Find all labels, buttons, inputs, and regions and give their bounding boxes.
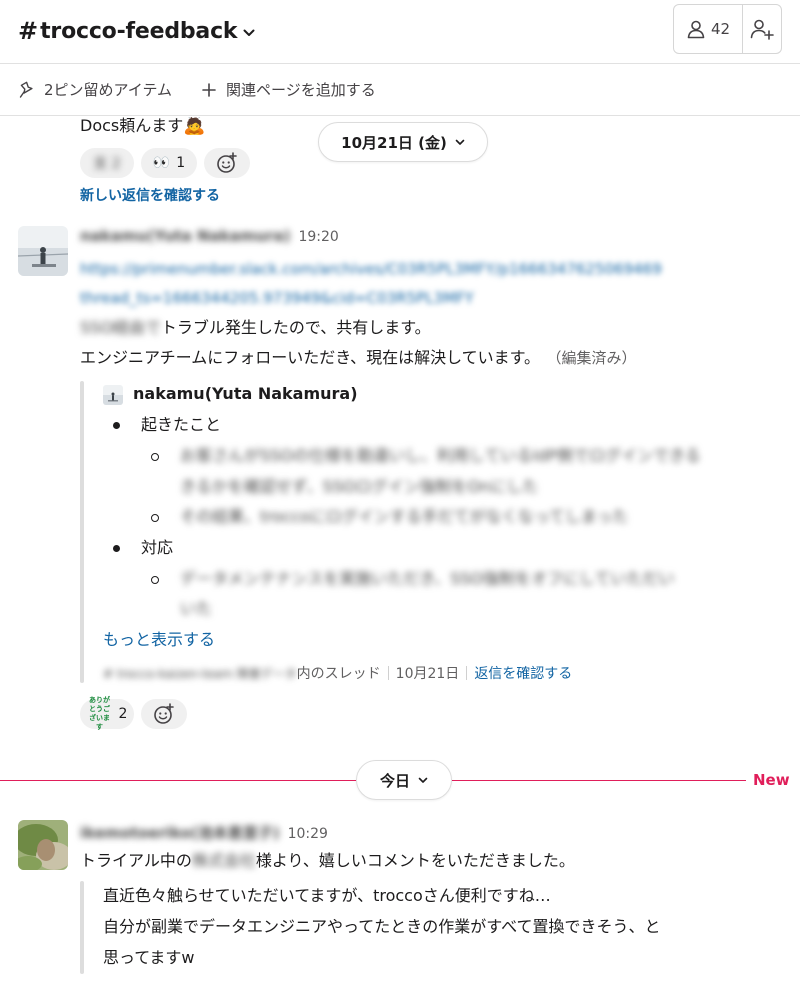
list-item: その結果、troccoにログインする手だてがなくなってしまった	[180, 507, 629, 526]
message-link[interactable]: https://primenumber.slack.com/archives/C…	[80, 254, 662, 284]
person-icon	[687, 20, 705, 39]
plus-icon	[202, 82, 216, 97]
pinned-items-label: 2ピン留めアイテム	[44, 81, 173, 99]
new-label: New	[753, 771, 790, 789]
quote-line: 直近色々触らせていただいてますが、troccoさん便利ですね…	[103, 886, 551, 905]
message-text-blurred: SSO経由で	[80, 318, 161, 337]
message-link-cont[interactable]: thread_ts=1666344205.973949&cid=C03R5PL3…	[80, 283, 474, 313]
add-person-icon	[750, 19, 774, 40]
channel-name: trocco-feedback	[40, 18, 238, 44]
chevron-down-icon	[418, 777, 428, 783]
message-header: ikemotoeriko(池本恵里子) 10:29	[80, 822, 328, 843]
new-messages-line	[0, 780, 356, 781]
sub-bullet	[151, 514, 159, 522]
message-text: エンジニアチームにフォローいただき、現在は解決しています。 （編集済み）	[80, 343, 637, 373]
list-item: 対応	[141, 538, 174, 557]
bullet	[113, 545, 120, 552]
shared-footer: # trocco-kaizen-team 障害データ内のスレッド 10月21日 返信…	[103, 663, 572, 683]
message-text-line1: トラブル発生したので、共有します。	[160, 318, 431, 337]
message-text: トライアル中の株式会社様より、嬉しいコメントをいただきました。	[80, 846, 575, 876]
add-reaction-button[interactable]	[141, 699, 187, 729]
add-emoji-icon	[217, 152, 237, 173]
shared-username[interactable]: nakamu(Yuta Nakamura)	[133, 384, 358, 403]
divider	[466, 666, 468, 680]
message-text-line2: エンジニアチームにフォローいただき、現在は解決しています。	[80, 348, 541, 367]
reaction-thanks[interactable]: ありがとうございます 2	[80, 696, 134, 731]
message-text-pre: トライアル中の	[80, 851, 192, 870]
hash-icon: #	[18, 17, 39, 45]
chevron-down-icon	[243, 29, 255, 36]
shared-avatar	[103, 385, 123, 405]
username[interactable]: ikemotoeriko(池本恵里子)	[80, 822, 280, 843]
timestamp[interactable]: 10:29	[288, 826, 328, 842]
list-item: 起きたこと	[141, 415, 222, 434]
reaction-blurred[interactable]: 支 2	[80, 148, 134, 178]
add-reaction-button[interactable]	[204, 148, 250, 178]
chevron-down-icon	[455, 139, 465, 145]
timestamp[interactable]: 19:20	[298, 229, 338, 245]
message-text-tail: Docs頼んます	[80, 117, 184, 135]
channel-header: # trocco-feedback 42	[0, 0, 800, 64]
bookmarks-bar: 2ピン留めアイテム 関連ページを追加する	[0, 64, 800, 116]
add-page-button[interactable]: 関連ページを追加する	[202, 79, 376, 100]
reaction-count: 1	[176, 155, 186, 171]
new-messages-line	[452, 780, 746, 781]
view-new-replies-link[interactable]: 新しい返信を確認する	[80, 185, 220, 205]
footer-date[interactable]: 10月21日	[396, 666, 460, 682]
member-count: 42	[710, 20, 731, 38]
reaction-count: 2	[118, 706, 128, 722]
sub-bullet	[151, 453, 159, 461]
quote-bar	[80, 881, 84, 974]
emoji-bowing: 🙇	[183, 117, 206, 136]
username[interactable]: nakamu(Yuta Nakamura)	[80, 227, 290, 245]
today-divider-button[interactable]: 今日	[356, 760, 452, 800]
quote-line: 自分が副業でデータエンジニアやってたときの作業がすべて置換できそう、と	[103, 917, 661, 936]
pin-icon	[18, 81, 34, 99]
sub-bullet	[151, 576, 159, 584]
date-label: 10月21日 (金)	[341, 133, 447, 152]
message-text-post: 様より、嬉しいコメントをいただきました。	[255, 851, 575, 870]
add-emoji-icon	[154, 703, 174, 724]
list-item: お客さんがSSOの仕様を勘違いし、利用しているIdP側でログインできる	[180, 446, 701, 465]
message-text: Docs頼んます🙇	[80, 117, 206, 141]
show-more-link[interactable]: もっと表示する	[103, 625, 215, 655]
footer-view-replies-link[interactable]: 返信を確認する	[474, 666, 572, 682]
add-page-label: 関連ページを追加する	[226, 81, 376, 99]
avatar[interactable]	[18, 226, 68, 276]
member-controls: 42	[673, 4, 782, 54]
channel-name-button[interactable]: # trocco-feedback	[18, 14, 255, 48]
quote-line: 思ってますw	[103, 948, 195, 967]
avatar[interactable]	[18, 820, 68, 870]
eyes-emoji-icon: 👀	[152, 155, 171, 171]
message-list: Docs頼んます🙇 支 2 👀 1 新しい返信を確認する 10月21日 (金) …	[0, 117, 800, 989]
footer-channel-blurred[interactable]: # trocco-kaizen-team 障害データ	[103, 667, 297, 681]
list-item: データメンテナンスを実施いただき、SSO強制をオフにしていただい	[180, 569, 675, 588]
message-text-blurred: 株式会社	[191, 851, 256, 870]
member-count-button[interactable]: 42	[674, 5, 743, 53]
list-item-cont: きるかを確認せず、SSOログイン強制をOnにした	[180, 477, 539, 496]
reaction-blurred-label: 支 2	[93, 156, 121, 172]
list-item-cont: いた	[180, 599, 213, 618]
add-member-button[interactable]	[743, 5, 781, 53]
message-text: SSO経由でトラブル発生したので、共有します。	[80, 313, 431, 343]
edited-label: （編集済み）	[554, 349, 637, 367]
bullet	[113, 422, 120, 429]
pinned-items-button[interactable]: 2ピン留めアイテム	[18, 79, 172, 100]
date-label: 今日	[379, 771, 410, 790]
thanks-emoji-icon: ありがとうございます	[89, 696, 111, 731]
footer-thread-label: 内のスレッド	[296, 666, 381, 682]
message-header: nakamu(Yuta Nakamura) 19:20	[80, 227, 339, 245]
date-divider-button[interactable]: 10月21日 (金)	[318, 122, 488, 162]
reaction-eyes[interactable]: 👀 1	[141, 148, 197, 178]
divider	[387, 666, 389, 680]
shared-message-bar	[80, 381, 84, 683]
